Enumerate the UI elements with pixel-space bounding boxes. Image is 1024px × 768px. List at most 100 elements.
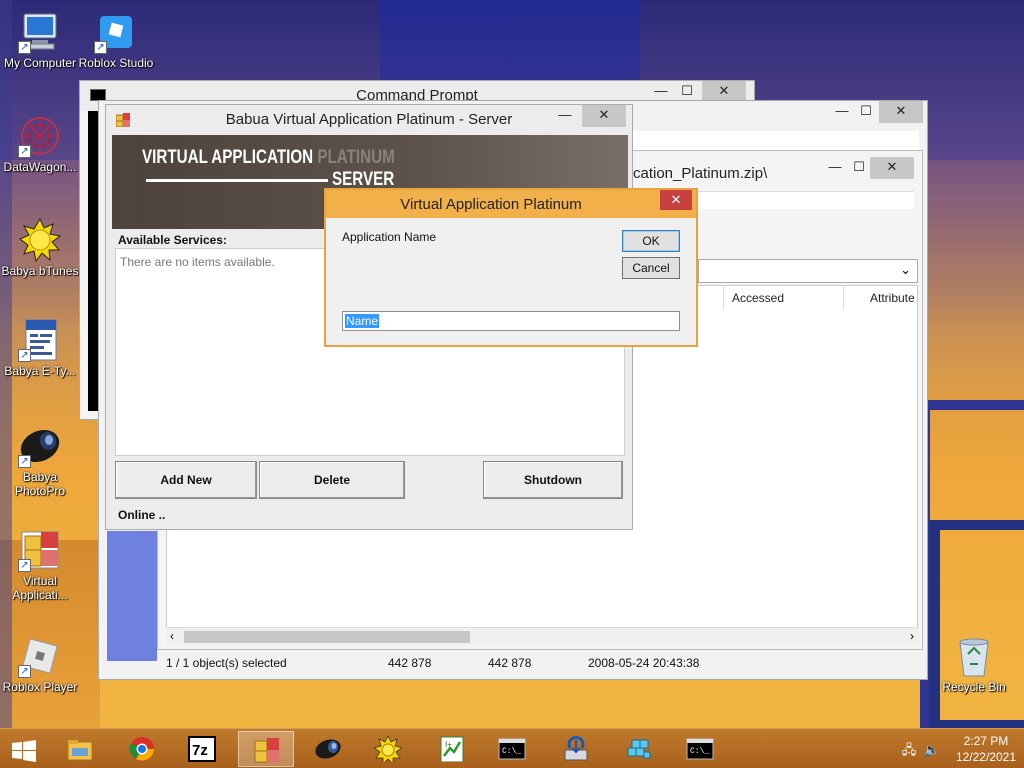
camera-lens-icon: ↗ xyxy=(18,424,62,468)
server-title: Babua Virtual Application Platinum - Ser… xyxy=(225,111,513,128)
recycle-bin-icon xyxy=(952,634,996,678)
virtual-app-icon xyxy=(115,113,130,131)
cubes-icon xyxy=(627,739,651,759)
scroll-thumb[interactable] xyxy=(184,631,470,643)
desktop-icon-babya-etype[interactable]: ↗ Babya E-Ty... xyxy=(0,318,80,378)
desktop-icon-roblox-player[interactable]: ↗ Roblox Player xyxy=(0,634,80,694)
desktop-icon-label: Recycle Bin xyxy=(942,680,1006,694)
document-icon: ↗ xyxy=(18,318,62,362)
svg-text:I+: I+ xyxy=(445,740,452,749)
desktop-icon-label: DataWagon... xyxy=(3,160,77,174)
taskbar-cmd[interactable]: C:\_ xyxy=(484,731,540,767)
taskbar-cubes[interactable] xyxy=(610,731,666,767)
clock-date: 12/22/2021 xyxy=(955,750,1016,764)
close-button[interactable]: ✕ xyxy=(582,105,626,127)
status-modified: 2008-05-24 20:43:38 xyxy=(588,656,700,670)
desktop-icon-virtual-application[interactable]: ↗ Virtual Applicati... xyxy=(0,528,80,602)
minimize-button[interactable]: — xyxy=(550,105,580,127)
column-header-accessed[interactable]: Accessed xyxy=(723,286,843,310)
empty-list-text: There are no items available. xyxy=(120,255,275,269)
desktop-icon-babya-photopro[interactable]: ↗ Babya PhotoPro xyxy=(0,424,80,498)
desktop-icon-babya-btunes[interactable]: Babya bTunes xyxy=(0,217,80,278)
status-selection: 1 / 1 object(s) selected xyxy=(166,656,287,670)
virtual-app-icon xyxy=(254,738,279,763)
volume-icon[interactable]: 🔈 xyxy=(924,742,940,757)
desktop-icon-my-computer[interactable]: ↗ My Computer xyxy=(0,10,80,70)
datawagon-icon: ↗ xyxy=(18,114,62,158)
scroll-right-icon[interactable]: › xyxy=(910,629,914,643)
dialog-titlebar[interactable]: Virtual Application Platinum ✕ xyxy=(326,190,696,218)
taskbar-installer[interactable] xyxy=(548,731,604,767)
svg-text:C:\_: C:\_ xyxy=(690,747,709,756)
notepad-plus-icon: I+ xyxy=(440,736,464,762)
status-size: 442 878 xyxy=(388,656,432,670)
horizontal-scrollbar[interactable]: ‹ › xyxy=(166,627,918,645)
desktop-icon-datawagon[interactable]: ↗ DataWagon... xyxy=(0,114,80,174)
delete-button[interactable]: Delete xyxy=(259,461,405,499)
file-explorer-icon xyxy=(67,740,93,761)
selected-text: Name xyxy=(345,314,380,328)
taskbar-chrome[interactable] xyxy=(114,731,170,767)
taskbar-btunes[interactable] xyxy=(360,731,416,767)
svg-text:7z: 7z xyxy=(192,742,208,759)
cmd-icon: C:\_ xyxy=(498,738,526,760)
sun-icon xyxy=(18,217,62,263)
add-new-button[interactable]: Add New xyxy=(115,461,257,499)
start-button[interactable] xyxy=(0,731,48,767)
banner-divider xyxy=(146,179,328,182)
status-packed-size: 442 878 xyxy=(488,656,532,670)
roblox-player-icon: ↗ xyxy=(18,634,62,678)
taskbar-virtual-application[interactable] xyxy=(238,731,294,767)
7zip-icon: 7z xyxy=(188,736,216,762)
services-label: Available Services: xyxy=(118,233,227,247)
desktop-icon-label: Roblox Player xyxy=(2,680,78,694)
taskbar-photopro[interactable] xyxy=(300,731,356,767)
taskbar-7zip[interactable]: 7z xyxy=(174,731,230,767)
archive-statusbar: 1 / 1 object(s) selected 442 878 442 878… xyxy=(160,654,920,674)
close-button[interactable]: ✕ xyxy=(870,157,914,179)
close-button[interactable]: ✕ xyxy=(660,190,692,210)
desktop-icon-label: Babya PhotoPro xyxy=(14,470,66,498)
desktop-icon-roblox-studio[interactable]: ↗ Roblox Studio xyxy=(76,10,156,70)
sun-icon xyxy=(374,736,402,762)
cmd-icon: C:\_ xyxy=(686,738,714,760)
taskbar: 7z I+ C:\_ C:\_ 🖧 🔈 2:27 PM 12/22/2021 xyxy=(0,728,1024,768)
shutdown-button[interactable]: Shutdown xyxy=(483,461,623,499)
virtual-app-icon: ↗ xyxy=(18,528,62,572)
banner-title: VIRTUAL APPLICATION PLATINUM xyxy=(142,147,395,168)
column-header-attribute[interactable]: Attribute xyxy=(843,286,919,310)
desktop-icon-label: Babya bTunes xyxy=(1,264,79,278)
dialog-title: Virtual Application Platinum xyxy=(400,196,582,213)
server-status: Online .. xyxy=(118,508,166,522)
ok-button[interactable]: OK xyxy=(622,230,680,252)
application-name-dialog[interactable]: Virtual Application Platinum ✕ Applicati… xyxy=(324,188,698,347)
application-name-label: Application Name xyxy=(342,230,437,244)
camera-lens-icon xyxy=(315,739,341,759)
desktop-icon-label: Virtual Applicati... xyxy=(12,574,68,602)
installer-icon xyxy=(564,736,588,761)
taskbar-cmd-2[interactable]: C:\_ xyxy=(672,731,728,767)
desktop-icon-label: My Computer xyxy=(3,56,77,70)
maximize-button[interactable]: ☐ xyxy=(851,101,881,123)
scroll-left-icon[interactable]: ‹ xyxy=(170,629,174,643)
roblox-studio-icon: ↗ xyxy=(94,10,138,54)
network-icon[interactable]: 🖧 xyxy=(902,742,917,757)
sidebar-panel xyxy=(107,531,157,661)
server-titlebar[interactable]: Babua Virtual Application Platinum - Ser… xyxy=(106,105,632,135)
chrome-icon xyxy=(129,737,154,761)
cancel-button[interactable]: Cancel xyxy=(622,257,680,279)
svg-text:C:\_: C:\_ xyxy=(502,747,521,756)
system-tray[interactable]: 🖧 🔈 xyxy=(902,741,940,763)
close-button[interactable]: ✕ xyxy=(879,101,923,123)
desktop-icon-label: Babya E-Ty... xyxy=(4,364,76,378)
desktop-icon-recycle-bin[interactable]: Recycle Bin xyxy=(934,634,1014,694)
clock[interactable]: 2:27 PM 12/22/2021 xyxy=(956,733,1016,765)
application-name-input[interactable]: Name xyxy=(342,311,680,331)
chevron-down-icon: ⌄ xyxy=(900,262,911,277)
taskbar-file-explorer[interactable] xyxy=(52,731,108,767)
computer-icon: ↗ xyxy=(18,10,62,54)
clock-time: 2:27 PM xyxy=(963,734,1009,748)
start-icon xyxy=(12,740,36,762)
address-combo[interactable]: ⌄ xyxy=(698,259,918,283)
taskbar-notepad-plus[interactable]: I+ xyxy=(424,731,480,767)
